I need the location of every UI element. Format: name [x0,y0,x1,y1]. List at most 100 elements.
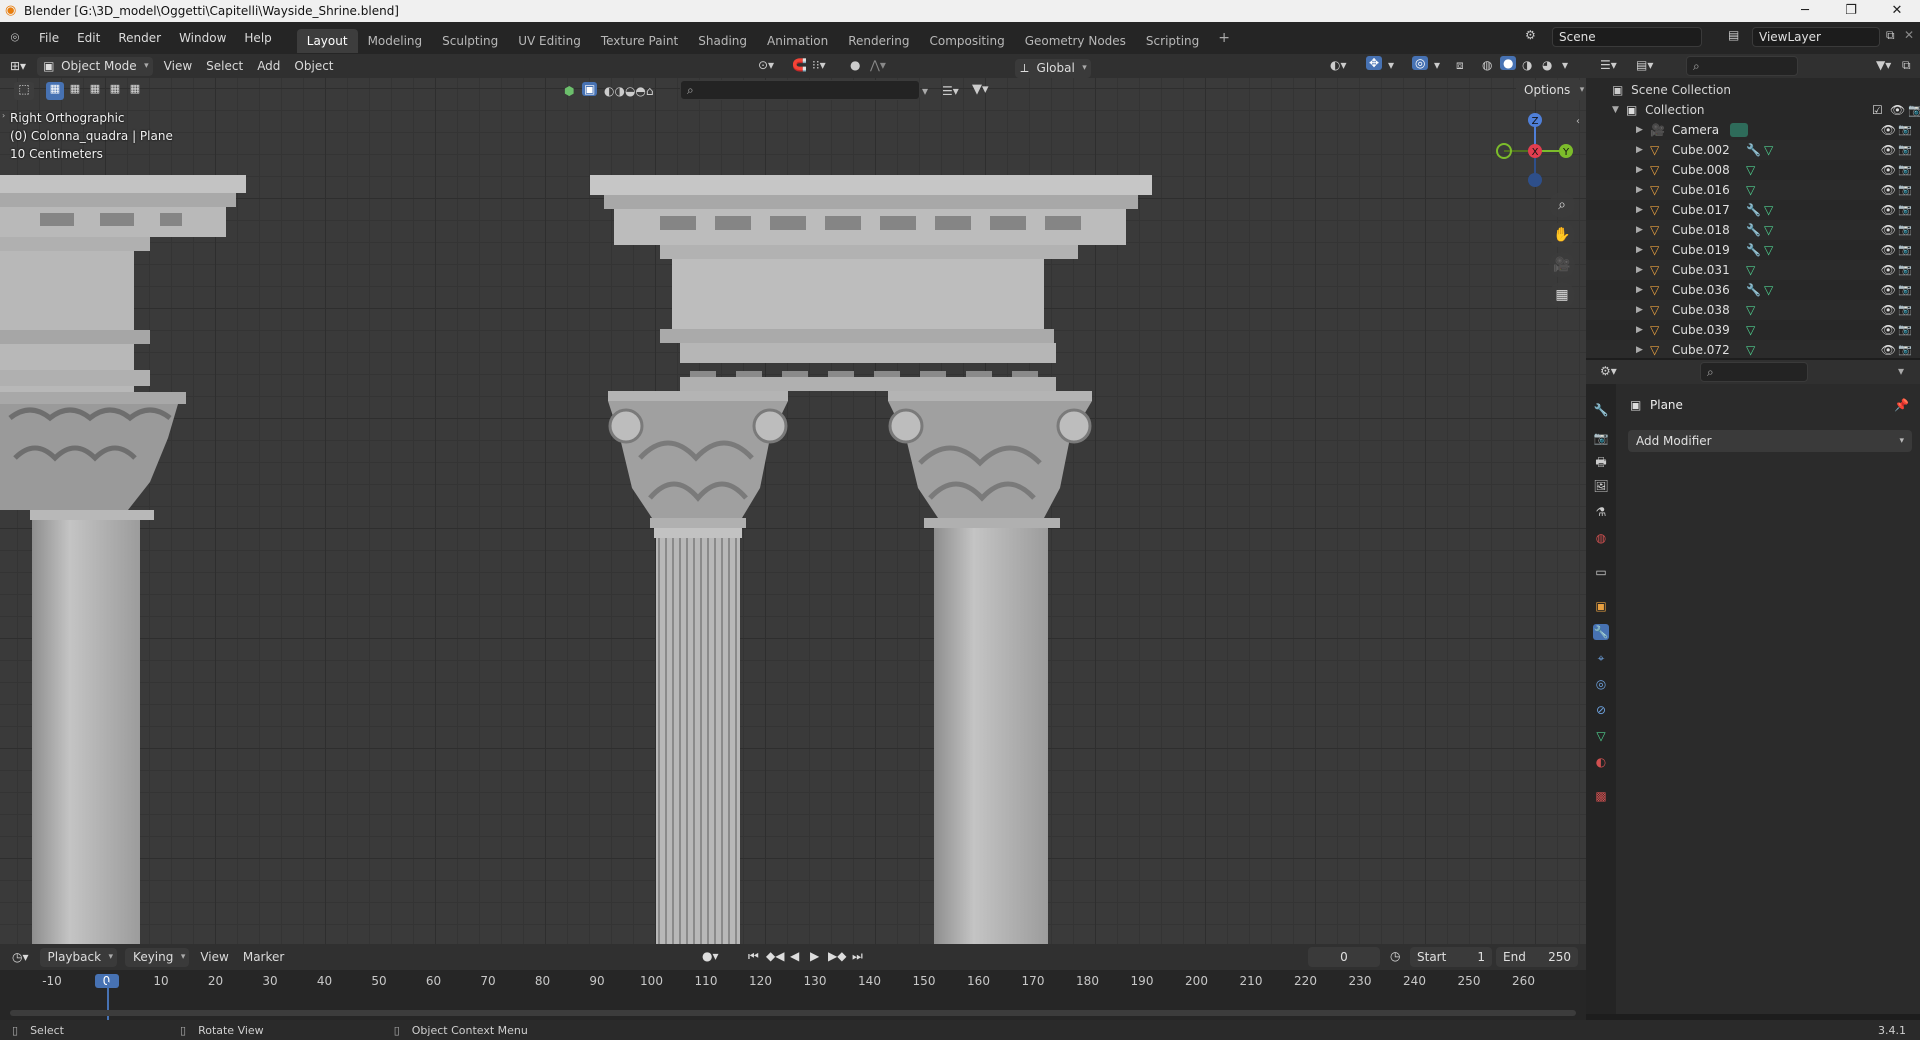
tab-layout[interactable]: Layout [296,29,358,53]
shading-dropdown-icon[interactable]: ▾ [1562,58,1568,72]
outliner-row[interactable]: ▶ ▽ Cube.016 ▽ 👁 📷 [1586,180,1920,200]
texture-tab-icon[interactable]: ▩ [1593,788,1609,804]
expand-arrow-icon[interactable]: ▶ [1636,260,1643,280]
particles-tab-icon[interactable]: ⌖ [1593,650,1609,666]
material-tab-icon[interactable]: ◐ [1593,754,1609,770]
add-workspace-icon[interactable]: + [1209,22,1239,54]
physics-tab-icon[interactable]: ◎ [1593,676,1609,692]
camera-render-icon[interactable]: 📷 [1898,260,1912,280]
tab-shading[interactable]: Shading [688,29,757,53]
render-tab-icon[interactable]: 📷 [1593,430,1609,446]
expand-arrow-icon[interactable]: ▶ [1636,200,1643,220]
modifier-icon[interactable]: 🔧 [1746,140,1761,160]
constraints-tab-icon[interactable]: ⊘ [1593,702,1609,718]
mesh-data-icon[interactable]: ▽ [1746,160,1755,180]
gizmo-dropdown-icon[interactable]: ▾ [1388,58,1394,72]
expand-arrow-icon[interactable]: ▶ [1636,320,1643,340]
record-icon[interactable]: ●▾ [702,949,719,963]
keying-dropdown[interactable]: Keying [125,947,190,967]
visibility-icon[interactable]: ◐▾ [1330,58,1347,72]
outliner-row[interactable]: ▶ ▽ Cube.008 ▽ 👁 📷 [1586,160,1920,180]
camera-render-icon[interactable]: 📷 [1898,240,1912,260]
gizmo-toggle-icon[interactable]: ✥ [1366,56,1383,70]
expand-arrow-icon[interactable]: ▶ [1636,340,1643,358]
minimize-icon[interactable]: ─ [1782,0,1828,22]
material-shading-icon[interactable]: ◑ [1522,58,1532,72]
expand-arrow-icon[interactable]: ▶ [1636,300,1643,320]
scene-collection-row[interactable]: ▣ Scene Collection [1612,80,1731,100]
close-icon[interactable]: ✕ [1874,0,1920,22]
outliner-row[interactable]: ▶ ▽ Cube.018 🔧 ▽ 👁 📷 [1586,220,1920,240]
expand-arrow-icon[interactable]: ▶ [1636,160,1643,180]
preview-range-icon[interactable]: ◷ [1390,949,1400,963]
playback-dropdown[interactable]: Playback [39,947,118,967]
camera-render-icon[interactable]: 📷 [1898,140,1912,160]
mode-dropdown[interactable]: ▣ Object Mode [37,56,153,76]
camera-render-icon[interactable]: 📷 [1898,280,1912,300]
play-reverse-icon[interactable]: ◀ [790,949,799,963]
snap-target-icon[interactable]: ⁝⁝▾ [812,58,826,72]
mesh-data-icon[interactable]: ▽ [1764,240,1773,260]
new-view-layer-icon[interactable]: ⧉ [1886,28,1895,43]
outliner[interactable]: ▣ Scene Collection ▼ ▣ Collection ☑ 👁 📷 … [1586,78,1920,358]
tab-modeling[interactable]: Modeling [358,29,433,53]
tab-sculpting[interactable]: Sculpting [432,29,508,53]
eye-icon[interactable]: 👁 [1881,240,1896,260]
tab-animation[interactable]: Animation [757,29,838,53]
camera-render-icon[interactable]: 📷 [1898,200,1912,220]
add-modifier-button[interactable]: Add Modifier ▾ [1628,430,1912,452]
menu-help[interactable]: Help [235,22,280,54]
scene-tab-icon[interactable]: ⚗ [1593,504,1609,520]
eye-icon[interactable]: 👁 [1881,160,1896,180]
menu-object[interactable]: Object [287,54,340,78]
modifier-icon[interactable]: 🔧 [1746,280,1761,300]
collection-row[interactable]: ▼ ▣ Collection ☑ 👁 📷 [1612,100,1920,120]
mesh-data-icon[interactable]: ▽ [1764,220,1773,240]
overlays-dropdown-icon[interactable]: ▾ [1434,58,1440,72]
mesh-data-icon[interactable]: ▽ [1746,320,1755,340]
tab-scripting[interactable]: Scripting [1136,29,1209,53]
playhead[interactable] [107,982,109,1022]
mesh-data-icon[interactable]: ▽ [1746,300,1755,320]
camera-render-icon[interactable]: 📷 [1898,160,1912,180]
properties-editor-type-icon[interactable]: ⚙▾ [1600,364,1617,378]
scene-icon[interactable]: ⚙ [1525,28,1536,42]
expand-arrow-icon[interactable]: ▶ [1636,180,1643,200]
current-frame-field[interactable]: 0 [1308,947,1380,967]
eye-icon[interactable]: 👁 [1881,120,1896,140]
eye-icon[interactable]: 👁 [1881,320,1896,340]
expand-arrow-icon[interactable]: ▼ [1612,100,1619,120]
menu-select[interactable]: Select [199,54,250,78]
tab-compositing[interactable]: Compositing [919,29,1014,53]
view-layer-tab-icon[interactable]: 🖼 [1593,478,1609,494]
menu-edit[interactable]: Edit [68,22,109,54]
outliner-editor-type-icon[interactable]: ☰▾ [1600,58,1617,72]
outliner-row[interactable]: ▶ ▽ Cube.017 🔧 ▽ 👁 📷 [1586,200,1920,220]
eye-icon[interactable]: 👁 [1890,100,1905,120]
expand-arrow-icon[interactable]: ▶ [1636,220,1643,240]
scene-field[interactable]: Scene [1552,27,1702,47]
view-layer-icon[interactable]: ▤ [1728,28,1739,42]
start-frame-field[interactable]: Start 1 [1410,947,1492,967]
timeline-menu-marker[interactable]: Marker [236,945,291,969]
expand-arrow-icon[interactable]: ▶ [1636,140,1643,160]
modifier-tab-icon[interactable]: 🔧 [1593,624,1609,640]
outliner-filter-icon[interactable]: ▼▾ [1876,58,1891,72]
wireframe-shading-icon[interactable]: ◍ [1482,58,1492,72]
jump-keyframe-back-icon[interactable]: ◆◀ [766,949,784,963]
mesh-data-icon[interactable]: ▽ [1764,140,1773,160]
expand-arrow-icon[interactable]: ▶ [1636,280,1643,300]
camera-render-icon[interactable]: 📷 [1898,120,1912,140]
camera-render-icon[interactable]: 📷 [1898,220,1912,240]
blender-menu-icon[interactable]: ⌾ [0,30,30,46]
properties-search-input[interactable]: ⌕ [1700,362,1808,382]
snap-icon[interactable]: 🧲 [792,58,807,72]
camera-render-icon[interactable]: 📷 [1908,100,1920,120]
outliner-row[interactable]: ▶ ▽ Cube.038 ▽ 👁 📷 [1586,300,1920,320]
camera-render-icon[interactable]: 📷 [1898,340,1912,358]
overlays-icon[interactable]: ◎ [1412,56,1429,70]
new-collection-icon[interactable]: ⧉ [1902,58,1911,73]
jump-keyframe-forward-icon[interactable]: ▶◆ [828,949,846,963]
play-icon[interactable]: ▶ [810,949,819,963]
eye-icon[interactable]: 👁 [1881,340,1896,358]
